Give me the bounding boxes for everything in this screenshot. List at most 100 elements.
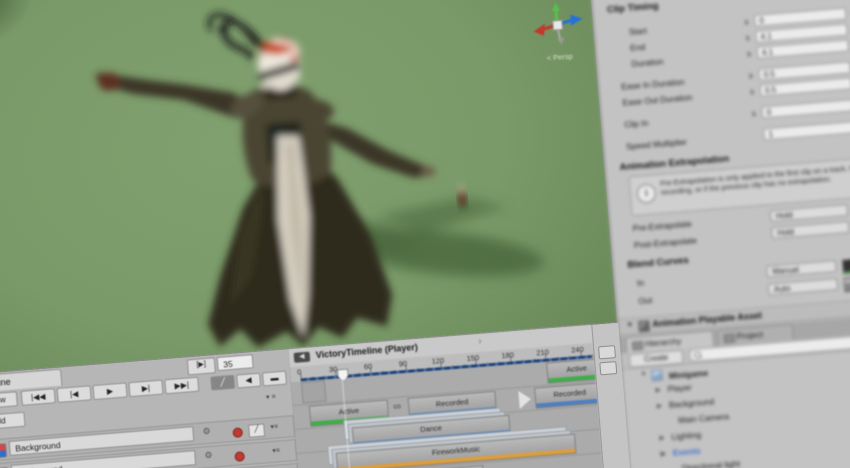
clip-in-s-field[interactable]: 0 — [761, 99, 850, 118]
play-button[interactable]: ▶ — [92, 382, 127, 400]
tree-item-label: Main Camera — [678, 411, 730, 425]
timeline-nav-icon[interactable]: ◀ — [294, 352, 311, 363]
screenshot-viewport: < Persp Clip Timing Start s 0 f 0 End s … — [0, 0, 850, 468]
tree-item-label: Minigame — [669, 368, 709, 381]
search-icon — [694, 351, 702, 359]
unity-editor-window: < Persp Clip Timing Start s 0 f 0 End s … — [0, 0, 850, 468]
create-button[interactable]: Create — [629, 350, 684, 368]
ruler-label: 150 — [466, 353, 479, 363]
add-track-button[interactable]: Add — [0, 412, 26, 431]
previous-frame-button[interactable]: |◀ — [57, 385, 92, 403]
dropdown-value: Hold — [777, 227, 794, 237]
animator-icon — [0, 443, 7, 458]
row-label: Speed Multiplier — [626, 137, 688, 152]
blend-in-dropdown[interactable]: Manual — [766, 260, 837, 278]
hierarchy-tab-icon — [632, 341, 644, 351]
clip-label: Active — [338, 406, 359, 417]
row-label: Duration — [631, 56, 664, 69]
clip-label: Active — [566, 363, 587, 374]
menu-icon: ≡ — [271, 394, 276, 401]
gear-icon[interactable]: ⚙ — [202, 426, 211, 438]
hierarchy-item-lighting[interactable]: ▶Lighting — [671, 429, 702, 445]
scrollbar-button-top[interactable] — [598, 345, 616, 359]
timeline-clips-area: ◀ VictoryTimeline (Player) › 0 30 60 90 … — [288, 325, 606, 468]
row-label: Ease In Duration — [621, 77, 685, 92]
blend-curves-header: Blend Curves — [627, 255, 689, 271]
ripple-mode-button[interactable]: ◀ — [236, 373, 261, 389]
add-label: Add — [0, 415, 6, 426]
hierarchy-item-player[interactable]: ▶Player — [667, 382, 692, 398]
row-label: End — [630, 42, 646, 53]
mix-mode-button[interactable]: ╱ — [210, 375, 235, 391]
menu-icon: ≡ — [274, 423, 279, 430]
hierarchy-item-main-camera[interactable]: Main Camera — [678, 411, 730, 429]
tree-item-label: Lighting — [671, 429, 701, 441]
scene-character-art — [0, 0, 617, 375]
scrollbar-button-bottom[interactable] — [599, 361, 617, 375]
track-menu-icon[interactable]: ▾≡ — [270, 422, 278, 431]
ruler-label: 60 — [364, 362, 373, 372]
gear-icon[interactable]: ⚙ — [204, 450, 213, 462]
clip-unlabeled[interactable] — [301, 380, 327, 403]
current-frame-field[interactable]: 35 — [217, 354, 254, 371]
curves-toggle-icon[interactable]: ╱ — [248, 423, 265, 437]
ruler-label: 180 — [501, 350, 514, 360]
track-options-icons[interactable]: ▾ ≡ — [266, 393, 276, 402]
row-label: Out — [638, 295, 652, 306]
clip-label: Dance — [420, 423, 442, 434]
foldout-arrow-icon: ▼ — [626, 322, 633, 330]
tree-item-label: Events — [672, 446, 701, 458]
hierarchy-root-minigame[interactable]: ▼ Minigame — [652, 365, 709, 383]
axis-gizmo-icon — [527, 1, 587, 55]
project-tab-icon — [723, 333, 735, 343]
blend-in-curve-preview[interactable] — [842, 251, 850, 275]
row-label: Ease Out Duration — [622, 92, 693, 108]
blend-out-dropdown[interactable]: Auto — [768, 278, 839, 296]
hierarchy-item-background[interactable]: ▶Background — [669, 396, 715, 414]
scene-icon — [651, 369, 663, 381]
dropdown-value: Hold — [776, 210, 793, 220]
s-prefix: s — [744, 17, 749, 26]
foldout-closed-icon: ▶ — [657, 402, 663, 410]
s-prefix: s — [750, 87, 755, 96]
preview-toggle-button[interactable]: Preview — [0, 391, 18, 410]
row-label: Start — [628, 26, 647, 37]
scene-orientation-gizmo[interactable]: < Persp — [527, 1, 588, 71]
foldout-closed-icon: ▶ — [659, 433, 665, 441]
s-prefix: s — [751, 109, 756, 118]
row-label: Post-Extrapolate — [634, 235, 697, 250]
clip-label: Recorded — [435, 397, 468, 409]
s-prefix: s — [745, 33, 750, 42]
clip-label: FireworkMusic — [431, 444, 480, 457]
hold-infinity-icon: ∞ — [393, 400, 402, 413]
ruler-label: 90 — [398, 359, 407, 369]
play-range-button[interactable]: [▶] — [187, 357, 216, 375]
dropdown-value: Manual — [772, 265, 799, 276]
hierarchy-item-events[interactable]: ▶Events — [672, 446, 701, 462]
foldout-closed-icon: ▶ — [661, 449, 667, 457]
foldout-open-icon: ▼ — [640, 371, 647, 378]
breadcrumb-chevron-icon: › — [478, 336, 482, 347]
info-icon: i — [636, 183, 656, 203]
tab-label: Project — [736, 329, 763, 341]
post-extrapolate-dropdown[interactable]: Hold — [771, 221, 850, 239]
s-prefix: s — [747, 49, 752, 58]
tab-label: Hierarchy — [645, 336, 682, 349]
pre-extrapolate-dropdown[interactable]: Hold — [770, 204, 849, 222]
character — [91, 0, 448, 361]
ease-in-marker-icon — [518, 390, 531, 409]
go-to-end-button[interactable]: ▶▶| — [164, 377, 199, 395]
next-frame-button[interactable]: ▶| — [128, 380, 163, 398]
ruler-label: 30 — [329, 364, 338, 374]
ruler-label: 210 — [536, 347, 549, 357]
tree-item-label: Background — [669, 396, 715, 410]
menu-icon: ≡ — [276, 447, 281, 454]
create-label: Create — [644, 353, 669, 364]
track-menu-icon[interactable]: ▾≡ — [272, 446, 280, 455]
scene-view[interactable]: < Persp — [0, 0, 617, 375]
inspector-panel: Clip Timing Start s 0 f 0 End s 4.1 f 24… — [587, 0, 850, 468]
tree-item-label: Player — [667, 382, 692, 394]
go-to-start-button[interactable]: |◀◀ — [21, 388, 56, 406]
foldout-closed-icon: ▶ — [655, 386, 661, 394]
replace-mode-button[interactable]: ▬ — [262, 371, 287, 387]
